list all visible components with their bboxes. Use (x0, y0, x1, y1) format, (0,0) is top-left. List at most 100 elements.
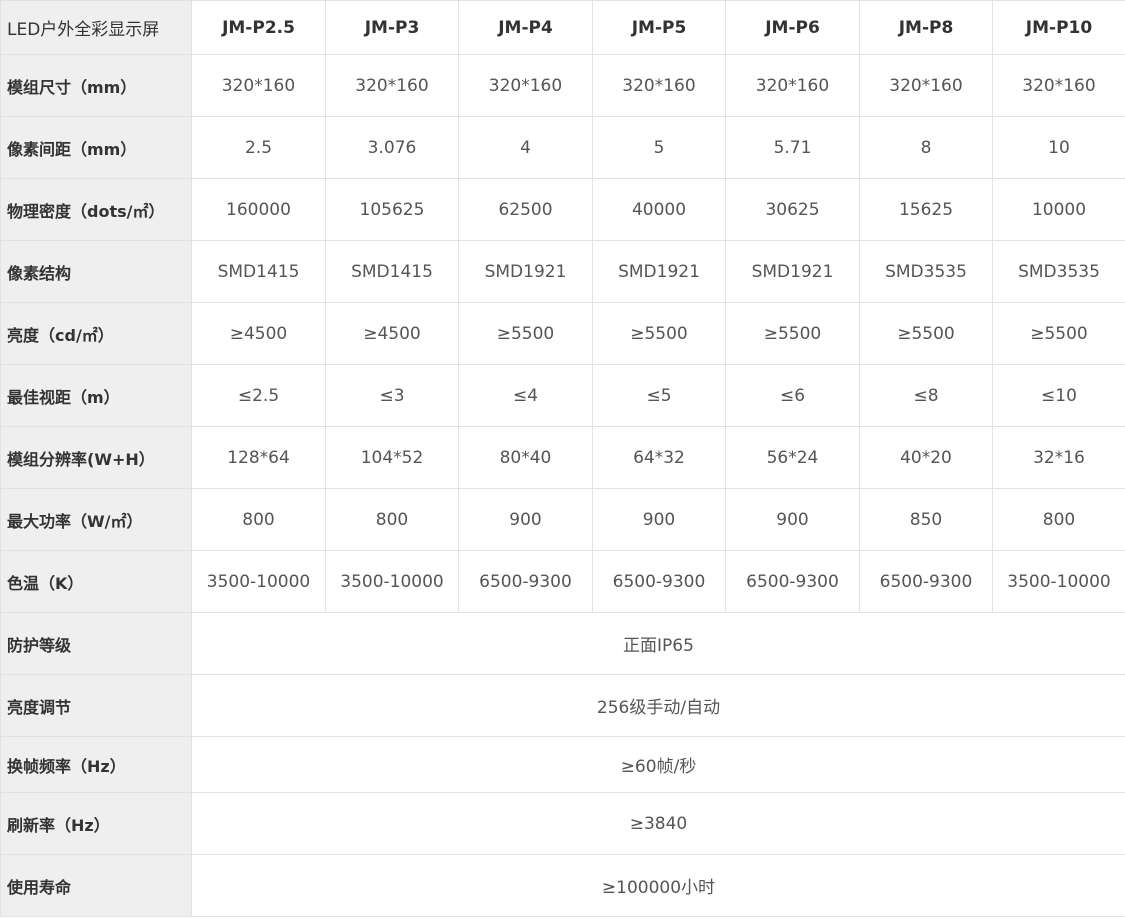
table-row: 最大功率（W/㎡） 800 800 900 900 900 850 800 (0, 488, 1125, 551)
table-cell: 62500 (458, 178, 593, 241)
row-label: 模组尺寸（mm） (0, 54, 192, 117)
model-header: JM-P3 (325, 0, 459, 55)
row-label: 亮度调节 (0, 674, 192, 737)
merged-cell: ≥60帧/秒 (191, 736, 1125, 793)
table-title: LED户外全彩显示屏 (0, 0, 192, 55)
table-cell: 5 (592, 116, 726, 179)
table-cell: 320*160 (458, 54, 593, 117)
table-row-merged: 使用寿命 ≥100000小时 (0, 854, 1125, 917)
table-cell: 900 (725, 488, 860, 551)
table-cell: ≤3 (325, 364, 459, 427)
table-cell: ≤10 (992, 364, 1125, 427)
table-cell: ≥5500 (458, 302, 593, 365)
table-cell: 160000 (191, 178, 326, 241)
merged-cell: 256级手动/自动 (191, 674, 1125, 737)
row-label: 像素间距（mm） (0, 116, 192, 179)
table-cell: ≤2.5 (191, 364, 326, 427)
table-cell: 900 (458, 488, 593, 551)
table-cell: 104*52 (325, 426, 459, 489)
table-cell: ≥4500 (191, 302, 326, 365)
row-label: 模组分辨率(W+H） (0, 426, 192, 489)
model-header: JM-P6 (725, 0, 860, 55)
table-cell: 900 (592, 488, 726, 551)
table-cell: 15625 (859, 178, 993, 241)
merged-cell: ≥100000小时 (191, 854, 1125, 917)
table-cell: ≥5500 (992, 302, 1125, 365)
table-cell: SMD3535 (992, 240, 1125, 303)
row-label: 像素结构 (0, 240, 192, 303)
table-cell: 105625 (325, 178, 459, 241)
table-row: 模组分辨率(W+H） 128*64 104*52 80*40 64*32 56*… (0, 426, 1125, 489)
table-cell: 320*160 (725, 54, 860, 117)
table-cell: SMD1921 (458, 240, 593, 303)
row-label: 防护等级 (0, 612, 192, 675)
table-cell: 320*160 (992, 54, 1125, 117)
row-label: 使用寿命 (0, 854, 192, 917)
table-cell: 5.71 (725, 116, 860, 179)
table-cell: ≥5500 (859, 302, 993, 365)
row-label: 换帧频率（Hz） (0, 736, 192, 793)
row-label: 色温（K） (0, 550, 192, 613)
table-cell: 80*40 (458, 426, 593, 489)
table-cell: 10 (992, 116, 1125, 179)
table-cell: 320*160 (592, 54, 726, 117)
table-cell: ≥5500 (725, 302, 860, 365)
table-cell: SMD3535 (859, 240, 993, 303)
table-cell: 128*64 (191, 426, 326, 489)
table-row-merged: 亮度调节 256级手动/自动 (0, 674, 1125, 737)
spec-table: LED户外全彩显示屏 JM-P2.5 JM-P3 JM-P4 JM-P5 JM-… (0, 0, 1125, 917)
model-header: JM-P4 (458, 0, 593, 55)
table-cell: 800 (191, 488, 326, 551)
table-cell: ≤5 (592, 364, 726, 427)
merged-cell: ≥3840 (191, 792, 1125, 855)
merged-cell: 正面IP65 (191, 612, 1125, 675)
row-label: 最佳视距（m） (0, 364, 192, 427)
table-row: 像素结构 SMD1415 SMD1415 SMD1921 SMD1921 SMD… (0, 240, 1125, 303)
table-cell: 64*32 (592, 426, 726, 489)
table-cell: 2.5 (191, 116, 326, 179)
table-cell: ≤8 (859, 364, 993, 427)
table-cell: 10000 (992, 178, 1125, 241)
table-row: 模组尺寸（mm） 320*160 320*160 320*160 320*160… (0, 54, 1125, 117)
table-row-merged: 刷新率（Hz） ≥3840 (0, 792, 1125, 855)
table-cell: 320*160 (859, 54, 993, 117)
table-row-merged: 换帧频率（Hz） ≥60帧/秒 (0, 736, 1125, 793)
table-cell: 56*24 (725, 426, 860, 489)
model-header: JM-P10 (992, 0, 1125, 55)
table-row: 最佳视距（m） ≤2.5 ≤3 ≤4 ≤5 ≤6 ≤8 ≤10 (0, 364, 1125, 427)
table-cell: 6500-9300 (592, 550, 726, 613)
table-cell: SMD1921 (592, 240, 726, 303)
table-cell: 3.076 (325, 116, 459, 179)
table-cell: 800 (992, 488, 1125, 551)
table-cell: 6500-9300 (458, 550, 593, 613)
table-cell: 3500-10000 (191, 550, 326, 613)
table-cell: 4 (458, 116, 593, 179)
table-cell: 30625 (725, 178, 860, 241)
table-cell: 40000 (592, 178, 726, 241)
table-cell: 40*20 (859, 426, 993, 489)
table-row-merged: 防护等级 正面IP65 (0, 612, 1125, 675)
table-cell: 3500-10000 (992, 550, 1125, 613)
table-cell: SMD1921 (725, 240, 860, 303)
table-cell: ≥5500 (592, 302, 726, 365)
table-cell: 320*160 (191, 54, 326, 117)
table-row: 亮度（cd/㎡） ≥4500 ≥4500 ≥5500 ≥5500 ≥5500 ≥… (0, 302, 1125, 365)
table-row: 像素间距（mm） 2.5 3.076 4 5 5.71 8 10 (0, 116, 1125, 179)
table-cell: 6500-9300 (725, 550, 860, 613)
model-header: JM-P8 (859, 0, 993, 55)
header-row: LED户外全彩显示屏 JM-P2.5 JM-P3 JM-P4 JM-P5 JM-… (0, 0, 1125, 55)
row-label: 刷新率（Hz） (0, 792, 192, 855)
table-cell: ≤4 (458, 364, 593, 427)
table-cell: 850 (859, 488, 993, 551)
table-cell: 3500-10000 (325, 550, 459, 613)
table-cell: 320*160 (325, 54, 459, 117)
table-cell: 8 (859, 116, 993, 179)
table-cell: ≥4500 (325, 302, 459, 365)
table-row: 色温（K） 3500-10000 3500-10000 6500-9300 65… (0, 550, 1125, 613)
model-header: JM-P2.5 (191, 0, 326, 55)
table-row: 物理密度（dots/㎡） 160000 105625 62500 40000 3… (0, 178, 1125, 241)
table-cell: 800 (325, 488, 459, 551)
model-header: JM-P5 (592, 0, 726, 55)
row-label: 物理密度（dots/㎡） (0, 178, 192, 241)
row-label: 最大功率（W/㎡） (0, 488, 192, 551)
